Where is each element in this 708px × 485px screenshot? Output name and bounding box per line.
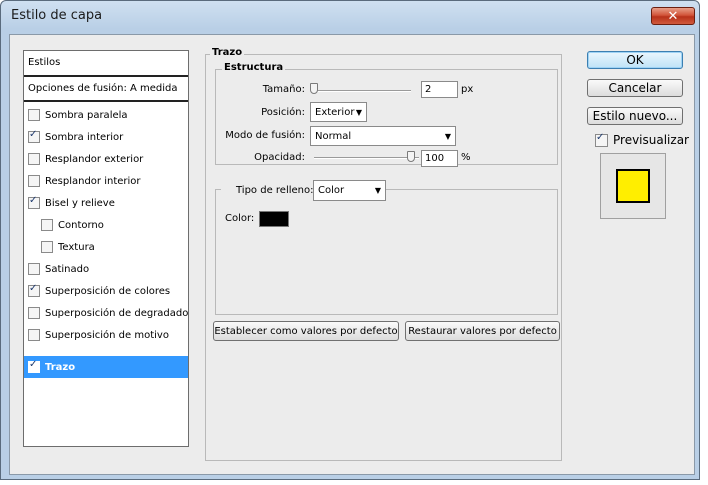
opacity-label: Opacidad: xyxy=(254,152,305,163)
opacity-unit: % xyxy=(461,152,471,163)
style-item-satinado[interactable]: Satinado xyxy=(24,258,188,280)
estructura-group-title: Estructura xyxy=(222,62,286,73)
checkbox[interactable] xyxy=(28,329,40,341)
opacity-slider-thumb[interactable] xyxy=(407,151,415,162)
checkbox[interactable] xyxy=(41,241,53,253)
color-swatch[interactable] xyxy=(259,211,289,227)
checkbox-checked[interactable] xyxy=(28,359,40,373)
cancel-button[interactable]: Cancelar xyxy=(587,79,683,97)
opacity-input[interactable]: 100 xyxy=(421,150,458,167)
trazo-group-title: Trazo xyxy=(210,47,245,58)
style-item-superposicion-colores[interactable]: Superposición de colores xyxy=(24,280,188,302)
divider xyxy=(24,100,188,102)
fill-type-label: Tipo de relleno: xyxy=(236,185,314,196)
preview-square xyxy=(616,169,650,203)
fill-group xyxy=(215,189,558,315)
fill-type-select[interactable]: Color ▼ xyxy=(313,180,386,201)
checkbox-checked[interactable] xyxy=(28,129,40,143)
style-item-sombra-interior[interactable]: Sombra interior xyxy=(24,126,188,148)
opacity-slider-track[interactable] xyxy=(314,157,419,159)
style-item-resplandor-exterior[interactable]: Resplandor exterior xyxy=(24,148,188,170)
color-label: Color: xyxy=(225,213,255,224)
chevron-down-icon: ▼ xyxy=(374,186,381,195)
size-input[interactable]: 2 xyxy=(421,81,458,98)
position-label: Posición: xyxy=(261,107,305,118)
styles-header[interactable]: Estilos xyxy=(24,51,188,73)
ok-button[interactable]: OK xyxy=(587,51,683,69)
checkbox-checked[interactable] xyxy=(28,283,40,297)
blend-options-item[interactable]: Opciones de fusión: A medida xyxy=(24,77,188,99)
restore-default-button[interactable]: Restaurar valores por defecto xyxy=(405,321,560,341)
checkbox[interactable] xyxy=(28,263,40,275)
size-unit: px xyxy=(461,84,474,95)
checkbox[interactable] xyxy=(41,219,53,231)
title-bar[interactable]: Estilo de capa ✕ xyxy=(1,1,701,31)
checkbox[interactable] xyxy=(28,307,40,319)
size-label: Tamaño: xyxy=(262,84,305,95)
preview-checkbox-row[interactable]: Previsualizar xyxy=(595,132,689,147)
chevron-down-icon: ▼ xyxy=(444,131,451,141)
chevron-down-icon: ▼ xyxy=(355,107,362,117)
checkbox-checked[interactable] xyxy=(28,195,40,209)
style-item-textura[interactable]: Textura xyxy=(24,236,188,258)
blend-mode-select[interactable]: Normal ▼ xyxy=(310,126,456,146)
close-button[interactable]: ✕ xyxy=(651,7,695,25)
dialog-window: Estilo de capa ✕ Estilos Opciones de fus… xyxy=(0,0,700,480)
preview-checkbox[interactable] xyxy=(595,132,608,147)
size-slider-thumb[interactable] xyxy=(310,83,318,94)
position-select[interactable]: Exterior ▼ xyxy=(310,102,367,122)
blend-mode-label: Modo de fusión: xyxy=(225,130,305,141)
dialog-client-area: Estilos Opciones de fusión: A medida Som… xyxy=(9,34,695,475)
close-icon: ✕ xyxy=(667,8,679,24)
new-style-button[interactable]: Estilo nuevo... xyxy=(587,107,683,125)
set-default-button[interactable]: Establecer como valores por defecto xyxy=(213,321,399,341)
checkbox[interactable] xyxy=(28,175,40,187)
style-item-contorno[interactable]: Contorno xyxy=(24,214,188,236)
checkbox[interactable] xyxy=(28,109,40,121)
size-slider-track[interactable] xyxy=(314,90,411,92)
styles-list: Estilos Opciones de fusión: A medida Som… xyxy=(23,50,189,447)
style-item-superposicion-degradado[interactable]: Superposición de degradado xyxy=(24,302,188,324)
window-title: Estilo de capa xyxy=(11,8,103,23)
style-item-trazo-selected[interactable]: Trazo xyxy=(24,356,188,378)
style-item-resplandor-interior[interactable]: Resplandor interior xyxy=(24,170,188,192)
style-item-superposicion-motivo[interactable]: Superposición de motivo xyxy=(24,324,188,346)
checkbox[interactable] xyxy=(28,153,40,165)
preview-thumbnail xyxy=(600,153,666,219)
style-item-bisel-y-relieve[interactable]: Bisel y relieve xyxy=(24,192,188,214)
style-item-sombra-paralela[interactable]: Sombra paralela xyxy=(24,104,188,126)
